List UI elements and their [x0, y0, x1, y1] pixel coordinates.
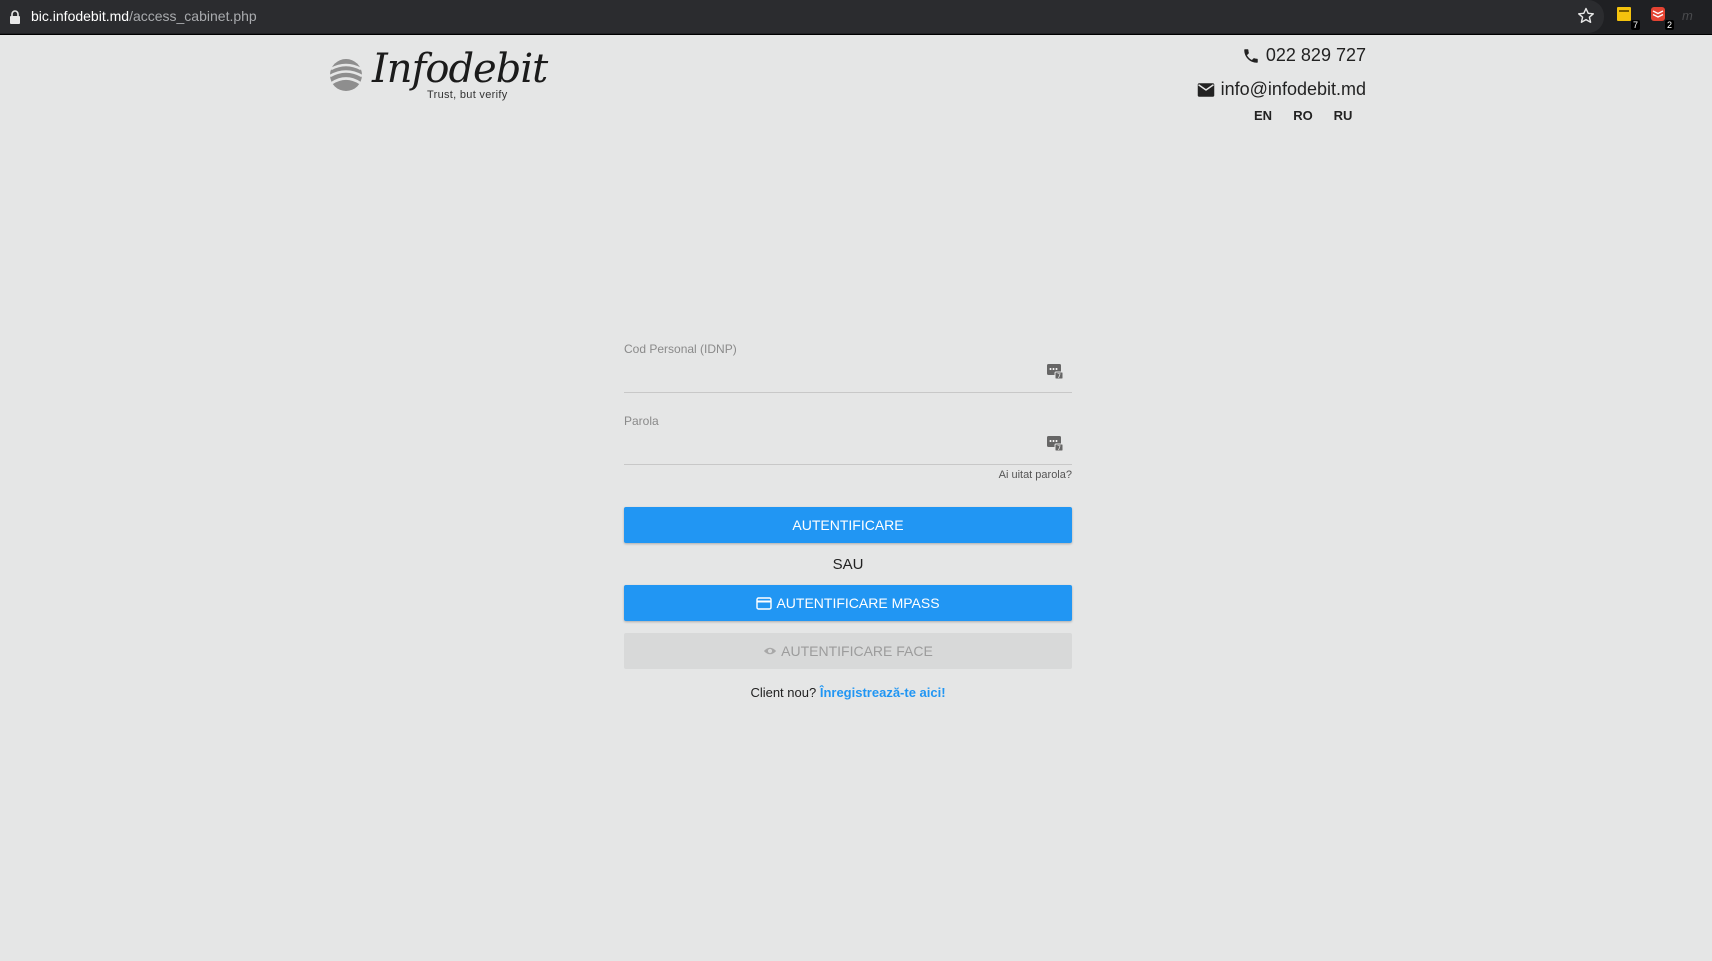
lang-ro[interactable]: RO [1292, 108, 1314, 123]
credit-card-icon [756, 596, 773, 610]
mail-icon [1197, 82, 1214, 97]
face-login-button[interactable]: AUTENTIFICARE FACE [624, 633, 1072, 669]
register-link[interactable]: Înregistrează-te aici! [820, 685, 946, 700]
mpass-login-button[interactable]: AUTENTIFICARE MPASS [624, 585, 1072, 621]
faded-extension-icon[interactable]: m [1682, 8, 1693, 23]
browser-toolbar: bic.infodebit.md/access_cabinet.php 7 2 … [0, 0, 1712, 35]
mpass-button-label: AUTENTIFICARE MPASS [776, 595, 940, 611]
login-button-label: AUTENTIFICARE [792, 517, 904, 533]
url-text[interactable]: bic.infodebit.md/access_cabinet.php [31, 8, 257, 24]
todoist-icon [1651, 7, 1665, 21]
idnp-input[interactable] [624, 360, 1028, 390]
email-contact[interactable]: info@infodebit.md [1197, 79, 1366, 100]
phone-icon [1244, 48, 1258, 63]
sticky-note-icon [1617, 7, 1631, 21]
language-switcher: EN RO RU [1252, 108, 1354, 123]
address-bar[interactable]: bic.infodebit.md/access_cabinet.php [0, 0, 1604, 33]
lang-en[interactable]: EN [1252, 108, 1274, 123]
password-label: Parola [624, 414, 659, 428]
eye-icon [764, 647, 777, 655]
password-manager-icon[interactable]: 7 [1046, 362, 1064, 380]
face-button-label: AUTENTIFICARE FACE [781, 643, 933, 659]
phone-contact[interactable]: 022 829 727 [1242, 45, 1366, 66]
login-button[interactable]: AUTENTIFICARE [624, 507, 1072, 543]
todoist-extension-icon[interactable]: 2 [1650, 6, 1674, 30]
logo-tagline: Trust, but verify [427, 89, 508, 101]
password-input[interactable] [624, 432, 1028, 462]
password-manager-icon[interactable]: 7 [1046, 434, 1064, 452]
url-host: bic.infodebit.md [31, 8, 130, 24]
svg-text:7: 7 [1057, 373, 1061, 380]
url-path: /access_cabinet.php [129, 8, 257, 24]
infodebit-logo[interactable]: Infodebit Trust, but verify [328, 46, 548, 106]
lang-ru[interactable]: RU [1332, 108, 1354, 123]
sticky-notes-extension-icon[interactable]: 7 [1616, 6, 1640, 30]
logo-wordmark: Infodebit [372, 46, 548, 92]
svg-text:7: 7 [1057, 445, 1061, 452]
email-address: info@infodebit.md [1220, 79, 1366, 99]
new-client-text: Client nou? [750, 685, 817, 700]
idnp-field: Cod Personal (IDNP) 7 [624, 334, 1072, 393]
forgot-password-link[interactable]: Ai uitat parola? [624, 469, 1072, 481]
globe-logo-icon [329, 59, 363, 91]
bookmark-star-icon[interactable] [1576, 6, 1596, 26]
login-form: Cod Personal (IDNP) 7 Parola 7 Ai uitat … [624, 334, 1072, 700]
extension-badge: 2 [1664, 20, 1674, 30]
phone-number: 022 829 727 [1265, 45, 1366, 65]
or-divider: SAU [832, 556, 864, 573]
extension-badge: 7 [1630, 20, 1640, 30]
password-field: Parola 7 [624, 406, 1072, 465]
idnp-label: Cod Personal (IDNP) [624, 342, 737, 356]
register-prompt: Client nou? Înregistrează-te aici! [624, 685, 1072, 700]
lock-icon [10, 10, 20, 24]
